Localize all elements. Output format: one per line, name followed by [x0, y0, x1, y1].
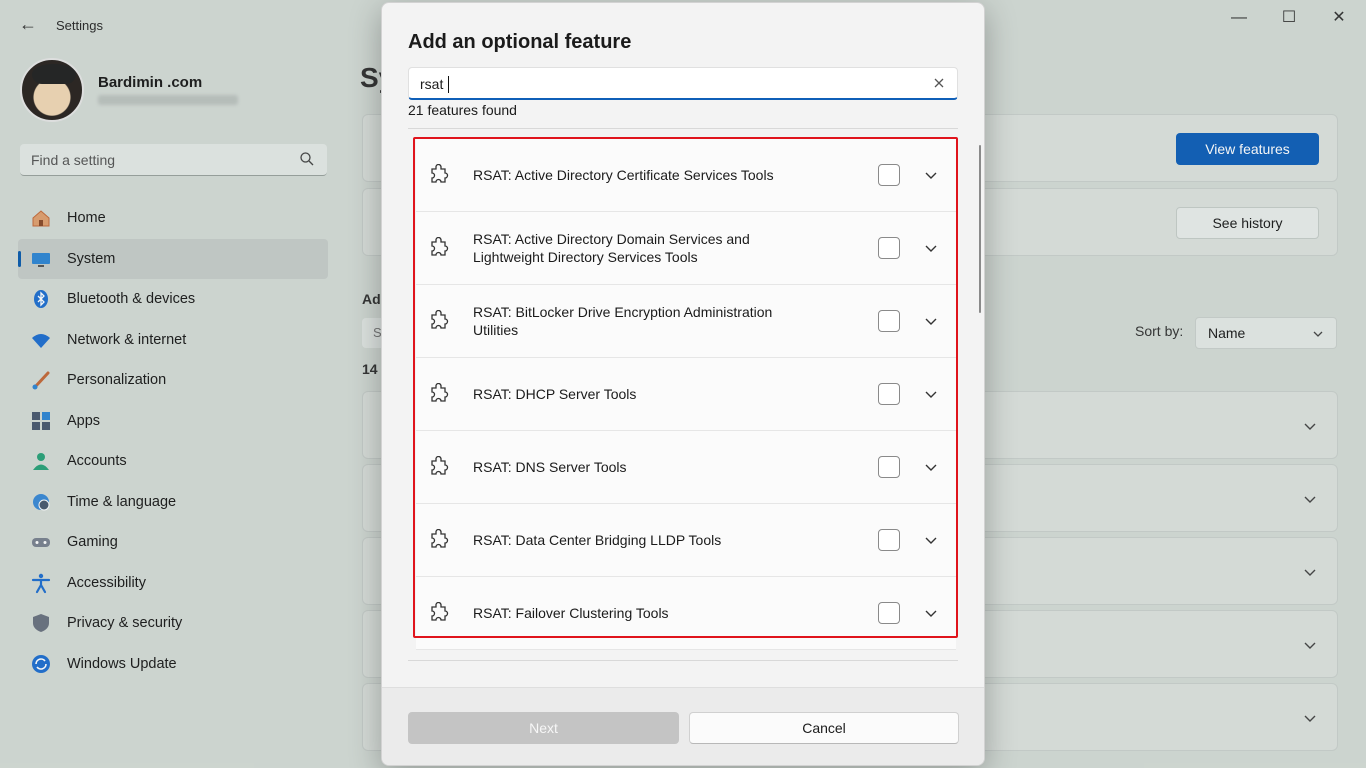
divider [408, 128, 958, 129]
next-button[interactable]: Next [408, 712, 679, 744]
cancel-button[interactable]: Cancel [689, 712, 959, 744]
feature-list: RSAT: Active Directory Certificate Servi… [416, 139, 956, 650]
feature-row[interactable]: RSAT: Active Directory Domain Services a… [416, 212, 956, 285]
feature-name: RSAT: DNS Server Tools [473, 459, 627, 475]
puzzle-piece-icon [431, 237, 449, 256]
list-scrollbar[interactable] [979, 145, 981, 313]
feature-checkbox[interactable] [878, 164, 900, 186]
feature-checkbox[interactable] [878, 310, 900, 332]
puzzle-piece-icon [431, 602, 449, 621]
feature-checkbox[interactable] [878, 602, 900, 624]
divider [408, 660, 958, 661]
feature-row[interactable]: RSAT: Failover Clustering Tools [416, 577, 956, 650]
feature-name: RSAT: BitLocker Drive Encryption Adminis… [473, 304, 773, 338]
feature-row[interactable]: RSAT: BitLocker Drive Encryption Adminis… [416, 285, 956, 358]
puzzle-piece-icon [431, 164, 449, 183]
chevron-down-icon[interactable] [924, 533, 938, 547]
results-count: 21 features found [408, 102, 517, 118]
feature-search-value: rsat [420, 76, 444, 92]
feature-checkbox[interactable] [878, 529, 900, 551]
text-caret [448, 76, 449, 93]
puzzle-piece-icon [431, 310, 449, 329]
feature-row[interactable]: RSAT: DHCP Server Tools [416, 358, 956, 431]
feature-row[interactable]: RSAT: Active Directory Certificate Servi… [416, 139, 956, 212]
feature-row[interactable]: RSAT: Data Center Bridging LLDP Tools [416, 504, 956, 577]
dialog-title: Add an optional feature [408, 31, 632, 53]
feature-name: RSAT: Active Directory Domain Services a… [473, 231, 750, 265]
add-optional-feature-dialog: Add an optional feature rsat 21 features… [381, 2, 985, 766]
feature-name: RSAT: Data Center Bridging LLDP Tools [473, 532, 722, 548]
chevron-down-icon[interactable] [924, 606, 938, 620]
chevron-down-icon[interactable] [924, 314, 938, 328]
dialog-footer: Next Cancel [382, 687, 984, 765]
chevron-down-icon[interactable] [924, 460, 938, 474]
feature-search-input[interactable]: rsat [408, 67, 958, 100]
puzzle-piece-icon [431, 383, 449, 402]
chevron-down-icon[interactable] [924, 387, 938, 401]
clear-icon[interactable] [931, 75, 947, 91]
puzzle-piece-icon [431, 456, 449, 475]
feature-checkbox[interactable] [878, 237, 900, 259]
chevron-down-icon[interactable] [924, 241, 938, 255]
feature-row[interactable]: RSAT: DNS Server Tools [416, 431, 956, 504]
feature-checkbox[interactable] [878, 456, 900, 478]
puzzle-piece-icon [431, 529, 449, 548]
chevron-down-icon[interactable] [924, 168, 938, 182]
feature-name: RSAT: DHCP Server Tools [473, 386, 637, 402]
feature-checkbox[interactable] [878, 383, 900, 405]
feature-name: RSAT: Active Directory Certificate Servi… [473, 167, 774, 183]
feature-name: RSAT: Failover Clustering Tools [473, 605, 669, 621]
